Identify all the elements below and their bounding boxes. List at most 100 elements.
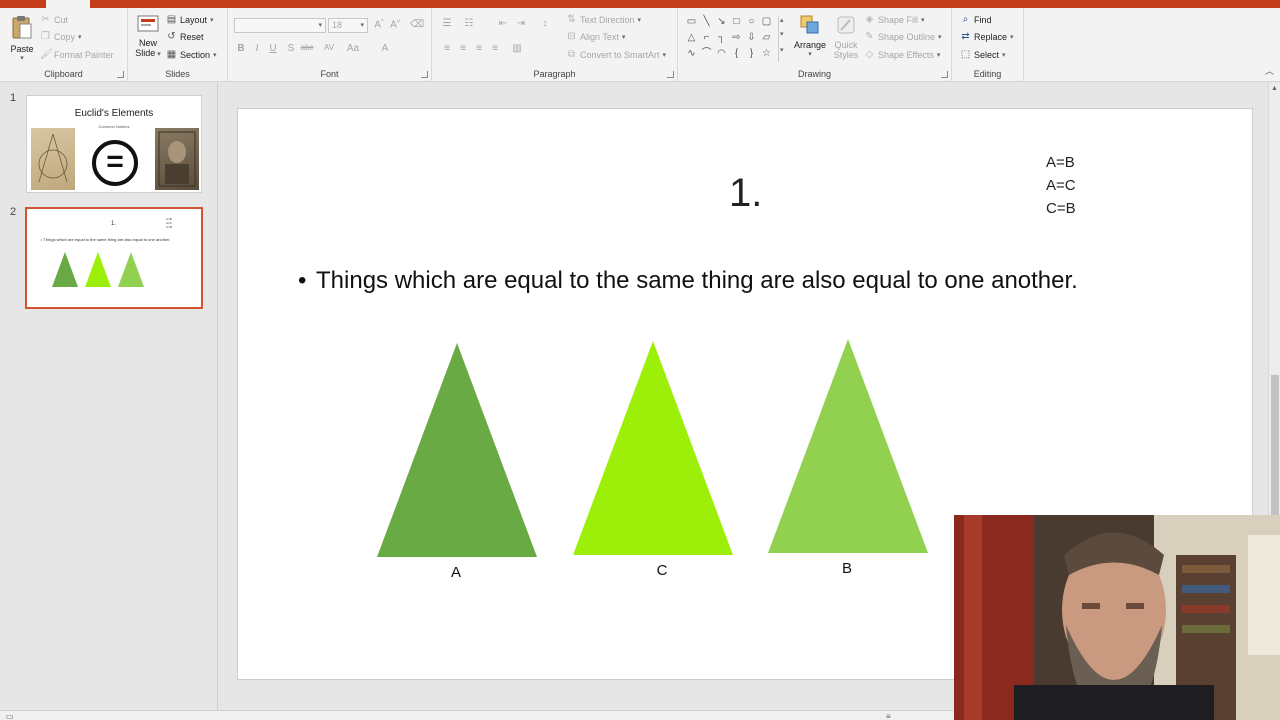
triangle-b[interactable] (768, 339, 928, 553)
triangle-c[interactable] (573, 341, 733, 555)
font-color-icon[interactable]: A (378, 43, 392, 54)
font-name-box[interactable]: ▾ (234, 18, 326, 33)
oval-shape-icon[interactable]: ○ (746, 16, 757, 27)
paragraph-dialog-launcher[interactable] (667, 71, 674, 78)
select-button[interactable]: ⬚ Select ▾ (960, 49, 1006, 60)
copy-button[interactable]: ❐ Copy ▾ (40, 31, 82, 42)
shape-effects-button[interactable]: ◇ Shape Effects ▾ (864, 49, 941, 60)
text-direction-button[interactable]: ⇅ Text Direction ▾ (566, 14, 641, 25)
decrease-indent-icon[interactable]: ⇤ (496, 18, 510, 29)
increase-indent-icon[interactable]: ⇥ (514, 18, 528, 29)
scrollbar-thumb[interactable] (1271, 375, 1279, 525)
align-left-icon[interactable]: ≡ (440, 43, 454, 54)
quick-styles-button[interactable]: Quick Styles (830, 14, 862, 60)
shape-fill-label: Shape Fill (878, 14, 919, 25)
triangle-c-shape[interactable] (573, 341, 733, 555)
paste-label: Paste (10, 44, 34, 54)
align-right-icon[interactable]: ≡ (472, 43, 486, 54)
gallery-more-icon[interactable]: ▾ (780, 46, 784, 54)
textbox-shape-icon[interactable]: ▭ (686, 16, 697, 27)
copy-dropdown-caret[interactable]: ▾ (78, 33, 82, 41)
elbow-shape-icon[interactable]: ⌐ (701, 32, 712, 43)
layout-caret: ▾ (210, 16, 214, 24)
slide-thumbnail-1[interactable]: Euclid's Elements Common Notions = (26, 95, 202, 193)
align-center-icon[interactable]: ≡ (456, 43, 470, 54)
paste-dropdown-caret[interactable]: ▾ (8, 54, 36, 64)
equation-a-c[interactable]: A=C (1046, 177, 1076, 194)
line-shape-icon[interactable]: ╲ (701, 16, 712, 27)
layout-button[interactable]: ▤ Layout ▾ (166, 14, 214, 25)
clipboard-dialog-launcher[interactable] (117, 71, 124, 78)
triangle-c-label: C (656, 562, 668, 579)
curve-shape-icon[interactable]: ⌒ (701, 48, 712, 59)
change-case-icon[interactable]: Aa (346, 43, 360, 54)
italic-icon[interactable]: I (250, 43, 264, 54)
triangle-a-shape[interactable] (377, 343, 537, 557)
geometry-diagram-icon (38, 133, 68, 183)
triangle-b-shape[interactable] (768, 339, 928, 553)
connector-shape-icon[interactable]: ┐ (716, 32, 727, 43)
right-arrow-shape-icon[interactable]: ⇨ (731, 32, 742, 43)
star-shape-icon[interactable]: ☆ (761, 48, 772, 59)
section-icon: ▦ (166, 49, 177, 60)
find-button[interactable]: ⌕ Find (960, 14, 992, 25)
convert-smartart-button[interactable]: ⧉ Convert to SmartArt ▾ (566, 49, 666, 60)
increase-font-icon[interactable]: A^ (372, 19, 386, 30)
replace-button[interactable]: ⇄ Replace ▾ (960, 31, 1013, 42)
brace-left-shape-icon[interactable]: { (731, 48, 742, 59)
gallery-down-icon[interactable]: ▾ (780, 30, 784, 38)
slide-thumbnail-2[interactable]: 1. A=B A=C C=B • Things which are equal … (25, 207, 203, 309)
shape-fill-button[interactable]: ◈ Shape Fill ▾ (864, 14, 925, 25)
notes-icon[interactable]: ≡ (886, 712, 891, 720)
freeform-shape-icon[interactable]: ∿ (686, 48, 697, 59)
equation-a-b[interactable]: A=B (1046, 154, 1075, 171)
gallery-up-icon[interactable]: ▴ (780, 16, 784, 24)
underline-icon[interactable]: U (266, 43, 280, 54)
justify-icon[interactable]: ≡ (488, 43, 502, 54)
character-spacing-icon[interactable]: AV (322, 43, 336, 52)
align-text-button[interactable]: ⊟ Align Text ▾ (566, 31, 625, 42)
new-slide-caret[interactable]: ▾ (155, 51, 161, 58)
bold-icon[interactable]: B (234, 43, 248, 54)
callout-shape-icon[interactable]: ▱ (761, 32, 772, 43)
font-size-box[interactable]: 18 ▾ (328, 18, 368, 33)
decrease-font-icon[interactable]: Av (388, 19, 402, 30)
shape-outline-button[interactable]: ✎ Shape Outline ▾ (864, 31, 941, 42)
font-dialog-launcher[interactable] (421, 71, 428, 78)
bullets-icon[interactable]: ☰ (440, 18, 454, 29)
equation-c-b[interactable]: C=B (1046, 200, 1076, 217)
brace-right-shape-icon[interactable]: } (746, 48, 757, 59)
paste-button[interactable]: Paste ▾ (8, 14, 36, 64)
thumbnail-triangle-a (52, 252, 78, 287)
down-arrow-shape-icon[interactable]: ⇩ (746, 32, 757, 43)
shadow-icon[interactable]: S (284, 43, 298, 54)
drawing-dialog-launcher[interactable] (941, 71, 948, 78)
rounded-rect-shape-icon[interactable]: ▢ (761, 16, 772, 27)
arc-shape-icon[interactable]: ◠ (716, 48, 727, 59)
new-slide-button[interactable]: New Slide ▾ (134, 14, 162, 60)
font-size-caret[interactable]: ▾ (360, 21, 364, 29)
triangle-a[interactable] (377, 343, 537, 557)
tab-home[interactable] (46, 0, 90, 8)
strikethrough-icon[interactable]: abc (300, 43, 314, 52)
slide-title[interactable]: 1. (729, 171, 762, 216)
format-painter-button[interactable]: 🖌 Format Painter (40, 49, 114, 60)
shapes-gallery[interactable]: ▭ ╲ ↘ □ ○ ▢ △ ⌐ ┐ ⇨ ⇩ ▱ ∿ ⌒ ◠ { } ☆ (686, 16, 776, 66)
text-direction-label: Text Direction (580, 14, 635, 25)
collapse-ribbon-icon[interactable]: ︿ (1265, 64, 1274, 77)
numbering-icon[interactable]: ☷ (462, 18, 476, 29)
section-button[interactable]: ▦ Section ▾ (166, 49, 217, 60)
cut-button[interactable]: ✂ Cut (40, 14, 68, 25)
columns-icon[interactable]: ▥ (510, 43, 524, 54)
font-name-caret[interactable]: ▾ (318, 21, 322, 29)
shapes-gallery-scroll[interactable]: ▴ ▾ ▾ (778, 16, 788, 62)
triangle-shape-icon[interactable]: △ (686, 32, 697, 43)
scroll-up-icon[interactable]: ▲ (1271, 85, 1278, 92)
arrange-button[interactable]: Arrange ▾ (792, 14, 828, 60)
bullet-point[interactable]: • Things which are equal to the same thi… (298, 265, 1116, 297)
clear-formatting-icon[interactable]: ⌫ (410, 19, 424, 30)
rectangle-shape-icon[interactable]: □ (731, 16, 742, 27)
arrow-line-shape-icon[interactable]: ↘ (716, 16, 727, 27)
reset-button[interactable]: ↺ Reset (166, 31, 203, 42)
line-spacing-icon[interactable]: ↕ (538, 18, 552, 29)
